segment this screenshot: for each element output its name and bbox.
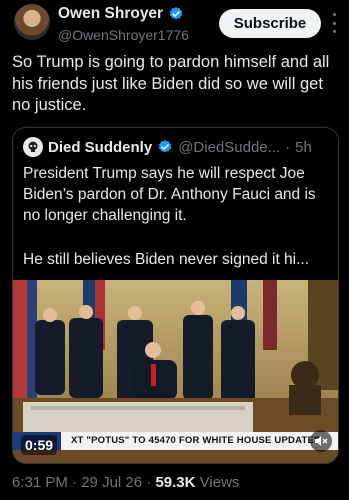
author-avatar[interactable] — [14, 4, 50, 40]
video-ticker: XT "POTUS" TO 45470 FOR WHITE HOUSE UPDA… — [71, 435, 321, 446]
author-name-row: Owen Shroyer — [58, 5, 184, 23]
verified-badge-icon — [158, 140, 172, 153]
subscribe-button[interactable]: Subscribe — [219, 9, 321, 38]
quoted-author-name: Died Suddenly — [48, 138, 153, 156]
views-label: Views — [199, 474, 240, 491]
footer-separator: · — [146, 474, 152, 491]
views-count[interactable]: 59.3K — [155, 474, 195, 491]
video-duration: 0:59 — [21, 435, 58, 455]
quoted-timestamp: 5h — [295, 138, 312, 156]
quoted-header: Died Suddenly @DiedSudde... · 5h — [23, 137, 312, 157]
post-date[interactable]: 29 Jul 26 — [81, 474, 142, 491]
verified-badge-icon — [169, 7, 183, 20]
footer-separator: · — [72, 474, 78, 491]
quoted-text: President Trump says he will respect Joe… — [23, 165, 316, 224]
quoted-post[interactable]: Died Suddenly @DiedSudde... · 5h Preside… — [12, 127, 339, 464]
post-text: So Trump is going to pardon himself and … — [12, 53, 330, 114]
post-time[interactable]: 6:31 PM — [12, 474, 68, 491]
post-footer: 6:31 PM · 29 Jul 26 · 59.3K Views — [12, 474, 239, 491]
quoted-author-handle: @DiedSudde... — [178, 138, 281, 156]
author-name[interactable]: Owen Shroyer — [58, 5, 163, 23]
quoted-avatar — [23, 137, 43, 157]
quoted-separator: · — [285, 138, 291, 156]
post-header: Owen Shroyer @OwenShroyer1776 Subscribe — [0, 0, 349, 50]
speaker-muted-icon[interactable] — [310, 430, 332, 452]
quoted-text-continued: He still believes Biden never signed it … — [23, 251, 310, 268]
more-vertical-icon[interactable] — [329, 13, 339, 33]
skull-icon — [28, 141, 38, 152]
quoted-video[interactable]: XT "POTUS" TO 45470 FOR WHITE HOUSE UPDA… — [13, 280, 338, 463]
author-handle[interactable]: @OwenShroyer1776 — [58, 27, 189, 43]
